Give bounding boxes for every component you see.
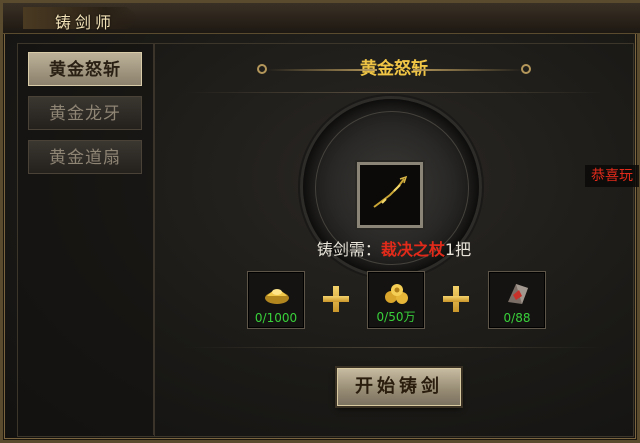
heading-ornament-left-scroll — [257, 64, 267, 74]
footer-divider — [185, 347, 605, 348]
recipe-sidebar: 黄金怒斩 黄金龙牙 黄金道扇 — [17, 43, 155, 437]
material-count-crystal-ore: 0/88 — [503, 311, 531, 325]
golden-fury-sword-icon — [373, 175, 408, 208]
material-count-gold-coins: 0/50万 — [376, 310, 416, 324]
target-item-slot[interactable] — [357, 162, 423, 228]
heading-ornament-left — [267, 69, 377, 71]
forge-panel: 黄金怒斩 铸剑需：裁决之杖1把 0/1000 0/50万 0/88 开始铸剑 — [155, 43, 634, 437]
material-slot-crystal-ore[interactable]: 0/88 — [488, 271, 546, 329]
requirement-item[interactable]: 裁决之杖 — [381, 240, 445, 259]
requirement-prefix: 铸剑需： — [316, 240, 381, 259]
heading-ornament-right — [413, 69, 523, 71]
plus-icon — [321, 284, 351, 314]
material-count-gold-ingot: 0/1000 — [254, 311, 298, 325]
plus-icon — [441, 284, 471, 314]
system-announcement: 恭喜玩 — [585, 165, 639, 187]
requirement-suffix: 1把 — [444, 240, 472, 259]
recipe-heading: 黄金怒斩 — [155, 54, 633, 84]
material-slot-gold-ingot[interactable]: 0/1000 — [247, 271, 305, 329]
start-forging-button[interactable]: 开始铸剑 — [337, 368, 461, 406]
title-bar[interactable]: 铸剑师 — [3, 3, 640, 34]
forge-window: 铸剑师 黄金怒斩 黄金龙牙 黄金道扇 黄金怒斩 铸剑需：裁决之杖1把 0/100… — [0, 0, 640, 443]
heading-divider — [185, 92, 605, 93]
window-title: 铸剑师 — [55, 13, 116, 32]
sidebar-item-golden-dragon-fang[interactable]: 黄金龙牙 — [28, 96, 142, 130]
forge-requirement: 铸剑需：裁决之杖1把 — [155, 236, 633, 260]
sidebar-item-golden-fury[interactable]: 黄金怒斩 — [28, 52, 142, 86]
heading-ornament-right-scroll — [521, 64, 531, 74]
crystal-ore-icon — [508, 284, 528, 304]
sidebar-item-golden-taoist-fan[interactable]: 黄金道扇 — [28, 140, 142, 174]
material-slot-gold-coins[interactable]: 0/50万 — [367, 271, 425, 329]
gold-coins-icon — [385, 284, 408, 304]
gold-ingot-icon — [265, 289, 289, 304]
